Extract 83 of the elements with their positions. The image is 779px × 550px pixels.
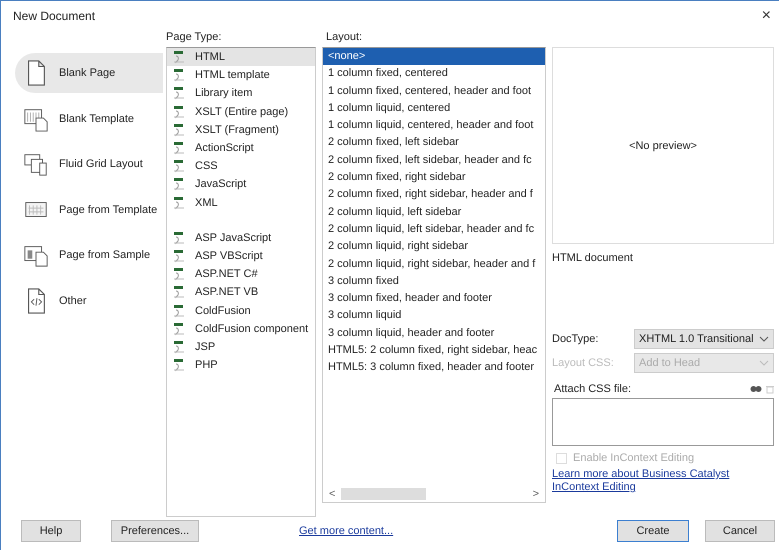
layout-item[interactable]: 1 column fixed, centered: [323, 65, 545, 83]
page-type-item[interactable]: ASP.NET C#: [195, 268, 258, 280]
window-title: New Document: [13, 9, 96, 23]
layout-item[interactable]: 3 column fixed, header and footer: [323, 290, 545, 308]
option-label: DocType:: [552, 333, 600, 345]
file-type-icon: [173, 248, 185, 263]
layout-item[interactable]: 3 column fixed: [323, 272, 545, 290]
page-type-item[interactable]: XSLT (Entire page): [195, 106, 288, 118]
file-type-icon: [173, 322, 185, 336]
layout-item[interactable]: 3 column liquid: [323, 307, 545, 325]
layout-item[interactable]: 2 column liquid, left sidebar: [323, 204, 545, 221]
category-item[interactable]: Page from Template: [15, 190, 163, 230]
layout-item[interactable]: 2 column fixed, right sidebar: [323, 169, 545, 186]
scrollbar-thumb[interactable]: [341, 488, 426, 500]
page-type-item[interactable]: HTML template: [195, 69, 270, 82]
preferences-button[interactable]: Preferences...: [111, 520, 199, 542]
page-type-item[interactable]: HTML: [195, 51, 225, 64]
page-type-item[interactable]: ActionScript: [195, 142, 254, 154]
page-type-label: Page Type:: [166, 31, 222, 45]
preview-text: <No preview>: [629, 140, 697, 152]
learn-more-link[interactable]: Learn more about Business Catalyst InContext Editing: [552, 468, 742, 494]
scroll-left-arrow[interactable]: <: [329, 488, 336, 500]
file-type-icon: [173, 267, 185, 282]
get-more-content-link[interactable]: Get more content...: [299, 524, 394, 536]
page-type-item[interactable]: ASP JavaScript: [195, 232, 272, 244]
page-type-item[interactable]: ColdFusion: [195, 304, 251, 317]
scroll-right-arrow[interactable]: >: [532, 488, 539, 500]
attach-css-label: Attach CSS file:: [554, 383, 632, 395]
category-item[interactable]: Other: [15, 280, 163, 320]
page-type-item[interactable]: Library item: [195, 87, 252, 100]
trash-icon[interactable]: [766, 384, 774, 394]
layout-item[interactable]: 2 column liquid, right sidebar: [323, 238, 545, 256]
file-type-icon: [173, 230, 185, 245]
page-type-item[interactable]: XML: [195, 196, 218, 209]
layout-item[interactable]: 2 column fixed, left sidebar: [323, 134, 545, 152]
help-button[interactable]: Help: [21, 520, 81, 542]
layout-item[interactable]: 3 column liquid, header and footer: [323, 324, 545, 342]
close-icon[interactable]: ×: [762, 7, 771, 25]
file-type-icon: [173, 68, 185, 82]
option-label: Layout CSS:: [552, 357, 615, 369]
page-type-item[interactable]: CSS: [195, 160, 218, 172]
page-type-item[interactable]: ASP VBScript: [195, 250, 263, 262]
layout-item[interactable]: 2 column fixed, right sidebar, header and f: [323, 186, 545, 204]
category-item[interactable]: Fluid Grid Layout: [15, 144, 163, 184]
file-type-icon: [173, 304, 185, 318]
file-type-icon: [173, 141, 185, 156]
layout-item[interactable]: 2 column liquid, left sidebar, header and fc: [323, 220, 545, 238]
cancel-button[interactable]: Cancel: [705, 520, 775, 542]
file-type-icon: [173, 50, 185, 64]
checkbox-label: Enable InContext Editing: [573, 452, 694, 464]
category-item[interactable]: Page from Sample: [15, 235, 163, 275]
file-type-icon: [173, 159, 185, 174]
file-type-icon: [173, 285, 185, 300]
page-type-item[interactable]: ColdFusion component: [195, 322, 308, 335]
link-icon[interactable]: [750, 385, 762, 393]
file-type-icon: [173, 358, 185, 372]
layout-item[interactable]: 1 column liquid, centered: [323, 100, 545, 118]
dropdown[interactable]: XHTML 1.0 Transitional: [634, 329, 774, 349]
page-type-item[interactable]: PHP: [195, 359, 218, 372]
file-type-icon: [173, 340, 185, 354]
page-type-item[interactable]: ASP.NET VB: [195, 286, 258, 298]
page-type-item[interactable]: JSP: [195, 340, 216, 353]
layout-label: Layout:: [326, 31, 364, 45]
css-file-list[interactable]: [552, 398, 774, 446]
page-type-item[interactable]: XSLT (Fragment): [195, 124, 279, 136]
layout-item[interactable]: 1 column liquid, centered, header and foot: [323, 117, 545, 134]
file-type-icon: [173, 196, 185, 210]
file-type-icon: [173, 86, 185, 100]
create-button[interactable]: Create: [617, 520, 689, 542]
file-type-icon: [173, 104, 185, 119]
page-type-item[interactable]: JavaScript: [195, 178, 246, 190]
layout-item[interactable]: 1 column fixed, centered, header and foot: [323, 82, 545, 100]
layout-item[interactable]: HTML5: 3 column fixed, header and footer: [323, 359, 545, 377]
category-item[interactable]: Blank Page: [15, 53, 163, 93]
description-text: HTML document: [552, 252, 633, 264]
file-type-icon: [173, 177, 185, 192]
file-type-icon: [173, 122, 185, 137]
layout-item[interactable]: HTML5: 2 column fixed, right sidebar, heac: [323, 342, 545, 360]
category-item[interactable]: Blank Template: [15, 98, 163, 138]
layout-item[interactable]: <none>: [323, 48, 545, 66]
layout-item[interactable]: 2 column liquid, right sidebar, header and f: [323, 256, 545, 273]
caret-icon[interactable]: [759, 336, 769, 342]
layout-item[interactable]: 2 column fixed, left sidebar, header and fc: [323, 152, 545, 170]
